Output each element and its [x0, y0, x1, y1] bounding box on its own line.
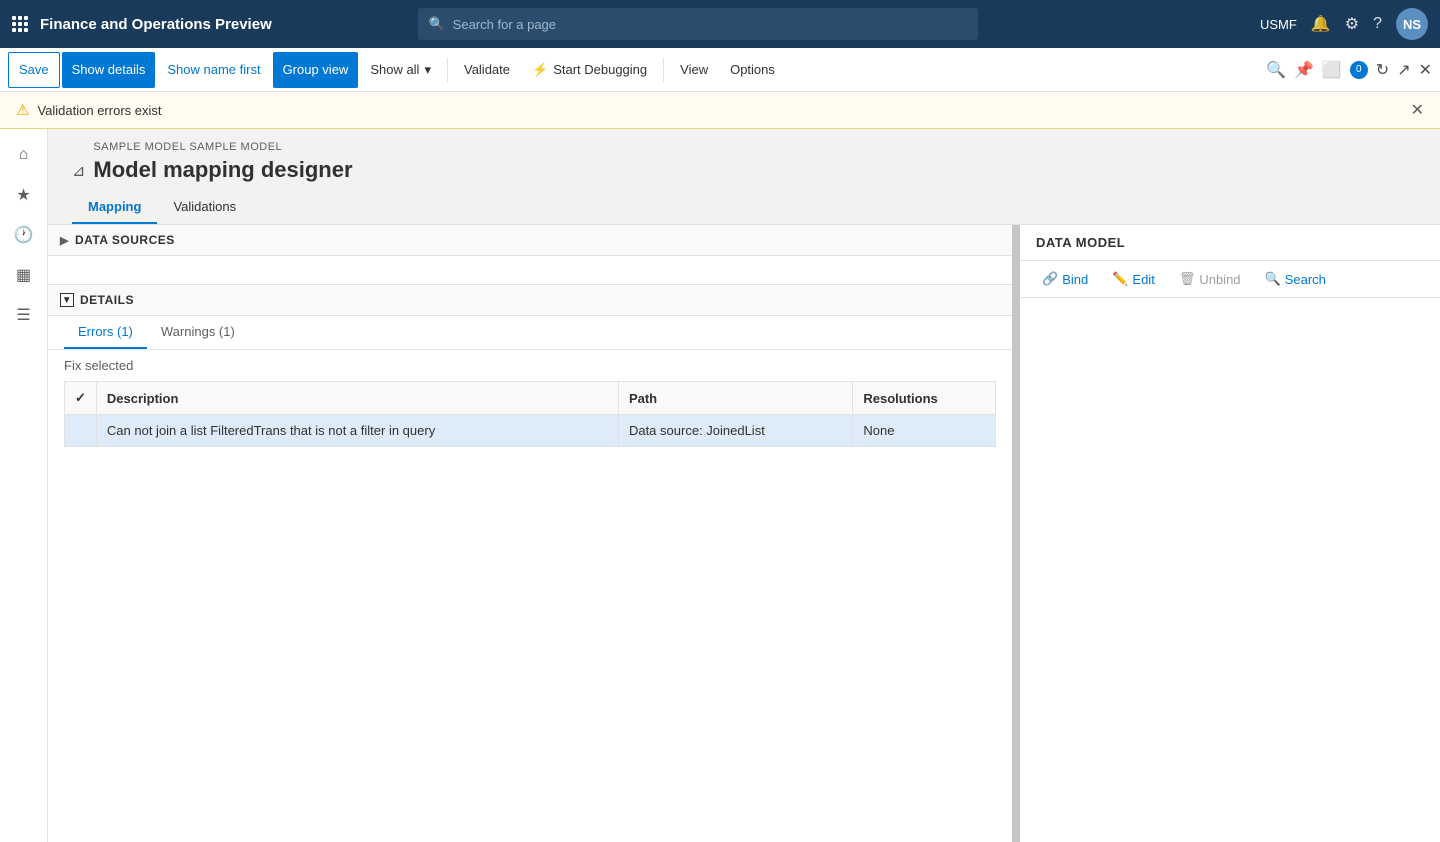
options-button[interactable]: Options — [720, 52, 785, 88]
errors-table: ✓ Description Path Resolutions Can not j… — [48, 381, 1012, 842]
validate-button[interactable]: Validate — [454, 52, 520, 88]
waffle-menu[interactable] — [12, 16, 28, 32]
page-title: Model mapping designer — [93, 157, 352, 183]
tab-mapping[interactable]: Mapping — [72, 191, 157, 224]
errors-data-table: ✓ Description Path Resolutions Can not j… — [64, 381, 996, 447]
home-icon[interactable]: ⌂ — [6, 137, 42, 173]
grid-icon[interactable]: ▦ — [6, 257, 42, 293]
data-model-header: DATA MODEL — [1020, 225, 1440, 261]
start-debugging-label: Start Debugging — [553, 62, 647, 77]
user-avatar[interactable]: NS — [1396, 8, 1428, 40]
pin-icon[interactable]: 📌 — [1294, 60, 1314, 80]
separator-2 — [663, 58, 664, 82]
global-search-box[interactable]: 🔍 Search for a page — [418, 8, 978, 40]
col-resolutions: Resolutions — [853, 382, 996, 415]
settings-icon[interactable]: ⚙ — [1345, 14, 1359, 34]
group-view-button[interactable]: Group view — [273, 52, 359, 88]
details-label: DETAILS — [80, 293, 134, 307]
data-model-actions: 🔗 Bind ✏️ Edit 🗑 Unbind 🔍 Search — [1020, 261, 1440, 298]
filter-icon[interactable]: ⊿ — [72, 161, 85, 181]
bind-button[interactable]: 🔗 Bind — [1032, 267, 1098, 291]
recent-icon[interactable]: 🕐 — [6, 217, 42, 253]
user-company: USMF — [1260, 17, 1297, 32]
details-header[interactable]: ▼ DETAILS — [48, 285, 1012, 316]
unbind-button[interactable]: 🗑 Unbind — [1169, 267, 1251, 291]
validation-message: Validation errors exist — [37, 103, 161, 118]
tab-errors[interactable]: Errors (1) — [64, 316, 147, 349]
main-layout: ⌂ ★ 🕐 ▦ ☰ ⊿ SAMPLE MODEL SAMPLE MODEL Mo… — [0, 129, 1440, 842]
debug-icon: ⚡ — [532, 62, 548, 78]
table-row[interactable]: Can not join a list FilteredTrans that i… — [65, 415, 996, 447]
command-bar: Save Show details Show name first Group … — [0, 48, 1440, 92]
breadcrumb: SAMPLE MODEL SAMPLE MODEL — [93, 141, 352, 153]
search-placeholder: Search for a page — [453, 17, 556, 32]
validation-banner: ⚠ Validation errors exist ✕ — [0, 92, 1440, 129]
show-all-label: Show all — [370, 62, 419, 77]
tab-warnings[interactable]: Warnings (1) — [147, 316, 249, 349]
row-description: Can not join a list FilteredTrans that i… — [96, 415, 618, 447]
top-nav-bar: Finance and Operations Preview 🔍 Search … — [0, 0, 1440, 48]
details-inner-tabs: Errors (1) Warnings (1) — [48, 316, 1012, 350]
page-header: ⊿ SAMPLE MODEL SAMPLE MODEL Model mappin… — [48, 129, 1440, 191]
search-button[interactable]: 🔍 Search — [1255, 267, 1336, 291]
warning-icon: ⚠ — [16, 101, 29, 119]
split-panel: ▶ DATA SOURCES ▼ DETAILS Errors (1) Warn… — [48, 225, 1440, 842]
details-collapse-icon: ▼ — [60, 293, 74, 307]
col-path: Path — [618, 382, 852, 415]
open-icon[interactable]: ↗ — [1397, 60, 1410, 80]
search-cmd-icon[interactable]: 🔍 — [1266, 60, 1286, 80]
search-label: Search — [1285, 272, 1326, 287]
row-path: Data source: JoinedList — [618, 415, 852, 447]
row-resolutions: None — [853, 415, 996, 447]
content-area: ⊿ SAMPLE MODEL SAMPLE MODEL Model mappin… — [48, 129, 1440, 842]
fix-selected-label[interactable]: Fix selected — [64, 358, 133, 373]
chevron-down-icon: ▾ — [424, 62, 431, 78]
unbind-label: Unbind — [1199, 272, 1240, 287]
tab-validations[interactable]: Validations — [157, 191, 252, 224]
edit-button[interactable]: ✏️ Edit — [1102, 267, 1165, 291]
data-sources-label: DATA SOURCES — [75, 233, 175, 247]
app-title: Finance and Operations Preview — [40, 16, 272, 33]
banner-close-button[interactable]: ✕ — [1411, 100, 1424, 120]
favorites-icon[interactable]: ★ — [6, 177, 42, 213]
show-name-first-button[interactable]: Show name first — [157, 52, 270, 88]
data-model-content — [1020, 298, 1440, 842]
row-check[interactable] — [65, 415, 97, 447]
edit-icon: ✏️ — [1112, 271, 1128, 287]
show-all-button[interactable]: Show all ▾ — [360, 52, 441, 88]
separator-1 — [447, 58, 448, 82]
sidebar-icons: ⌂ ★ 🕐 ▦ ☰ — [0, 129, 48, 842]
close-icon[interactable]: ✕ — [1419, 60, 1432, 80]
right-panel: DATA MODEL 🔗 Bind ✏️ Edit 🗑 Unbind — [1020, 225, 1440, 842]
details-section: ▼ DETAILS Errors (1) Warnings (1) Fix se… — [48, 285, 1012, 842]
top-nav-right: USMF 🔔 ⚙ ? NS — [1260, 8, 1428, 40]
show-details-button[interactable]: Show details — [62, 52, 156, 88]
view-button[interactable]: View — [670, 52, 718, 88]
refresh-icon[interactable]: ↻ — [1376, 60, 1389, 80]
data-sources-header[interactable]: ▶ DATA SOURCES — [48, 225, 1012, 256]
main-tabs: Mapping Validations — [48, 191, 1440, 225]
unbind-icon: 🗑 — [1179, 271, 1196, 287]
col-check: ✓ — [65, 382, 97, 415]
data-sources-section: ▶ DATA SOURCES — [48, 225, 1012, 285]
data-sources-expand-icon: ▶ — [60, 234, 69, 247]
bind-icon: 🔗 — [1042, 271, 1058, 287]
col-description: Description — [96, 382, 618, 415]
save-button[interactable]: Save — [8, 52, 60, 88]
left-panel: ▶ DATA SOURCES ▼ DETAILS Errors (1) Warn… — [48, 225, 1015, 842]
bind-label: Bind — [1062, 272, 1088, 287]
layout-icon[interactable]: ⬜ — [1322, 60, 1342, 80]
search-icon: 🔍 — [428, 16, 444, 32]
search-icon-right: 🔍 — [1265, 271, 1281, 287]
start-debugging-button[interactable]: ⚡ Start Debugging — [522, 52, 657, 88]
notification-badge: 0 — [1350, 61, 1368, 79]
edit-label: Edit — [1132, 272, 1154, 287]
notification-icon[interactable]: 🔔 — [1311, 14, 1331, 34]
fix-selected-bar: Fix selected — [48, 350, 1012, 381]
help-icon[interactable]: ? — [1373, 15, 1382, 33]
list-icon[interactable]: ☰ — [6, 297, 42, 333]
